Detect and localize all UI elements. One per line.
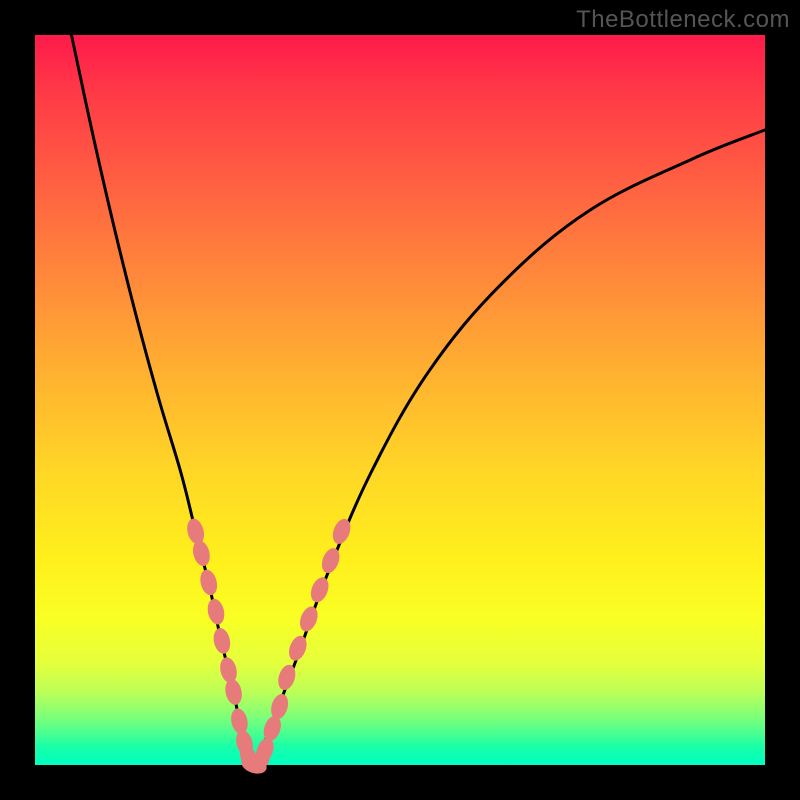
bottleneck-curve: [72, 35, 766, 765]
curve-svg: [35, 35, 765, 765]
curve-marker: [185, 517, 207, 546]
curve-marker: [211, 627, 232, 656]
curve-marker: [218, 656, 239, 685]
curve-marker: [229, 707, 250, 736]
curve-marker: [223, 678, 244, 707]
chart-stage: TheBottleneck.com: [0, 0, 800, 800]
curve-marker: [205, 597, 226, 626]
watermark-text: TheBottleneck.com: [576, 6, 790, 34]
curve-marker: [286, 633, 310, 663]
curve-marker: [308, 575, 332, 605]
marker-group: [185, 516, 354, 776]
curve-marker: [297, 604, 321, 634]
plot-area: [35, 35, 765, 765]
curve-marker: [190, 539, 212, 568]
curve-marker: [198, 568, 220, 597]
curve-marker: [319, 546, 343, 576]
